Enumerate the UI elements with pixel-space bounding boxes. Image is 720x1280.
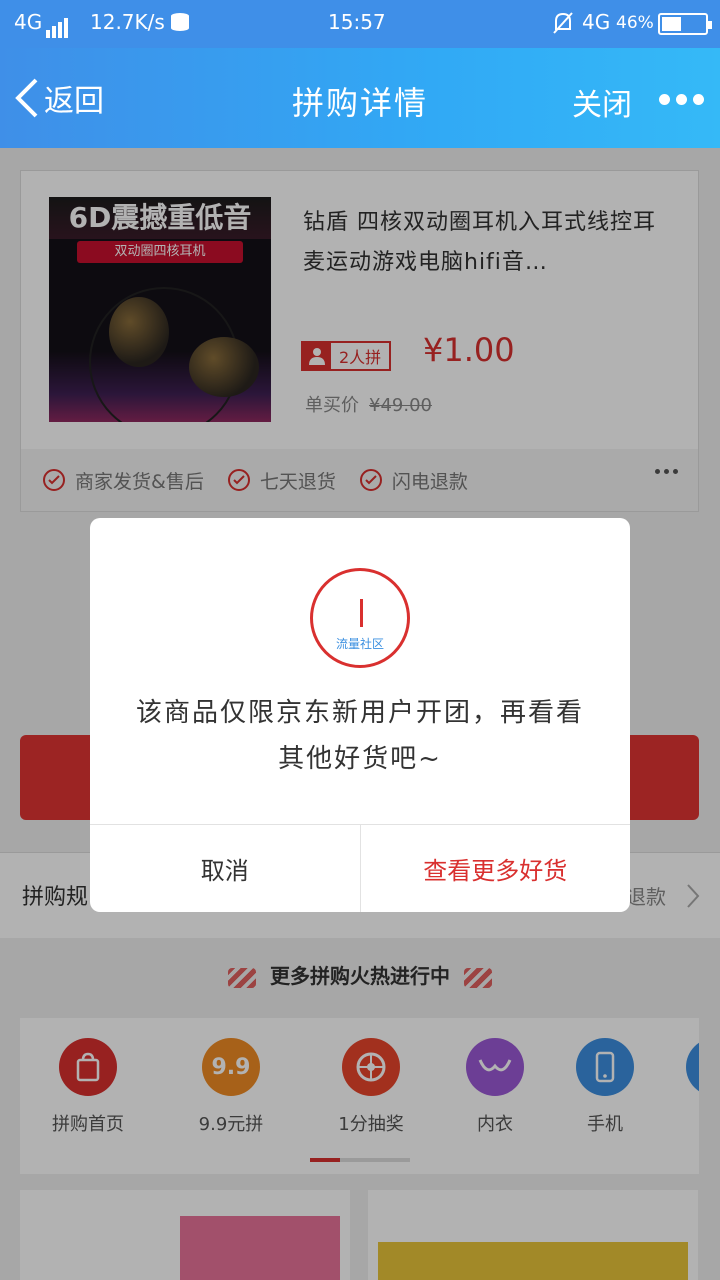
battery-percent: 46% — [616, 13, 654, 33]
alert-dialog: 流量社区 该商品仅限京东新用户开团，再看看其他好货吧~ 取消 查看更多好货 — [90, 518, 630, 912]
more-menu-icon[interactable] — [653, 94, 704, 105]
signal-icon — [46, 14, 70, 38]
network-speed: 12.7K/s — [90, 10, 165, 34]
view-more-button[interactable]: 查看更多好货 — [359, 825, 631, 912]
network-type-left: 4G — [14, 10, 43, 34]
watermark: 流量社区 — [335, 637, 384, 651]
status-bar: 4G 12.7K/s 15:57 4G 46% — [0, 0, 720, 48]
battery-fill — [662, 17, 682, 31]
cancel-button[interactable]: 取消 — [90, 825, 360, 912]
clock: 15:57 — [328, 10, 386, 34]
battery-icon — [658, 13, 712, 35]
nav-bar: 返回 拼购详情 关闭 — [0, 48, 720, 148]
data-icon — [170, 12, 194, 39]
close-button[interactable]: 关闭 — [572, 80, 632, 124]
dialog-message: 该商品仅限京东新用户开团，再看看其他好货吧~ — [135, 698, 584, 774]
warning-bar — [360, 599, 363, 627]
mute-icon — [552, 11, 574, 40]
battery-nub — [708, 21, 712, 29]
dialog-actions: 取消 查看更多好货 — [90, 824, 630, 912]
warning-icon: 流量社区 — [310, 568, 410, 668]
network-type-right: 4G — [582, 10, 611, 34]
